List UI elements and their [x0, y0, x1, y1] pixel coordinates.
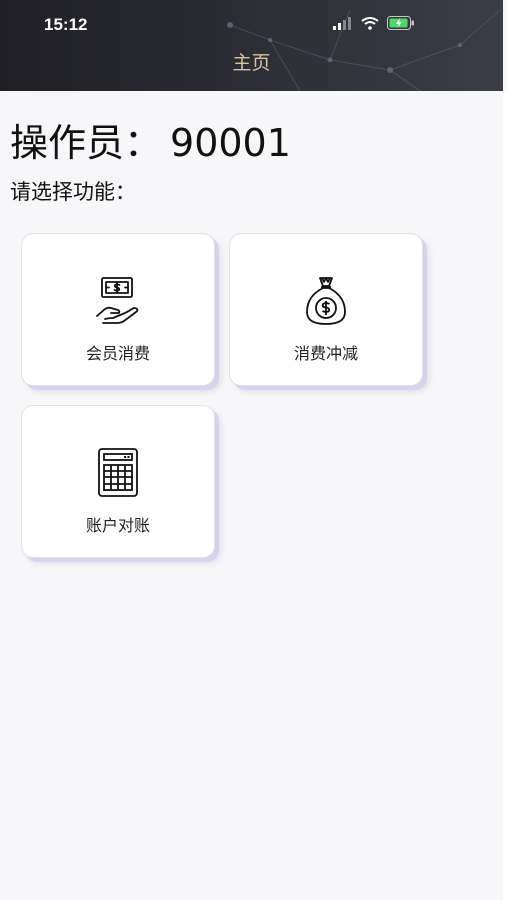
account-reconciliation-button[interactable]: 账户对账: [21, 405, 215, 558]
cash-hand-icon: [96, 277, 139, 324]
status-time: 15:12: [44, 15, 88, 34]
app-header: 15:12 主页: [0, 0, 503, 91]
calculator-icon: [98, 448, 138, 497]
header-network-decoration: [227, 9, 501, 91]
battery-charging-icon: [387, 16, 414, 30]
operator-line: 操作员： 90001: [10, 112, 291, 167]
screen-edge: [503, 91, 507, 900]
account-reconciliation-label: 账户对账: [85, 516, 150, 535]
consumption-offset-button[interactable]: 消费冲减: [229, 233, 423, 386]
status-icons: [333, 16, 415, 30]
member-consumption-button[interactable]: 会员消费: [21, 233, 215, 386]
page-title: 主页: [232, 52, 271, 74]
function-prompt: 请选择功能：: [10, 180, 136, 204]
operator-id: 90001: [170, 121, 291, 165]
member-consumption-label: 会员消费: [85, 344, 150, 363]
signal-icon: [333, 17, 351, 30]
consumption-offset-label: 消费冲减: [293, 344, 358, 363]
operator-label: 操作员：: [10, 121, 163, 165]
wifi-icon: [361, 17, 379, 30]
money-bag-icon: [306, 277, 346, 325]
